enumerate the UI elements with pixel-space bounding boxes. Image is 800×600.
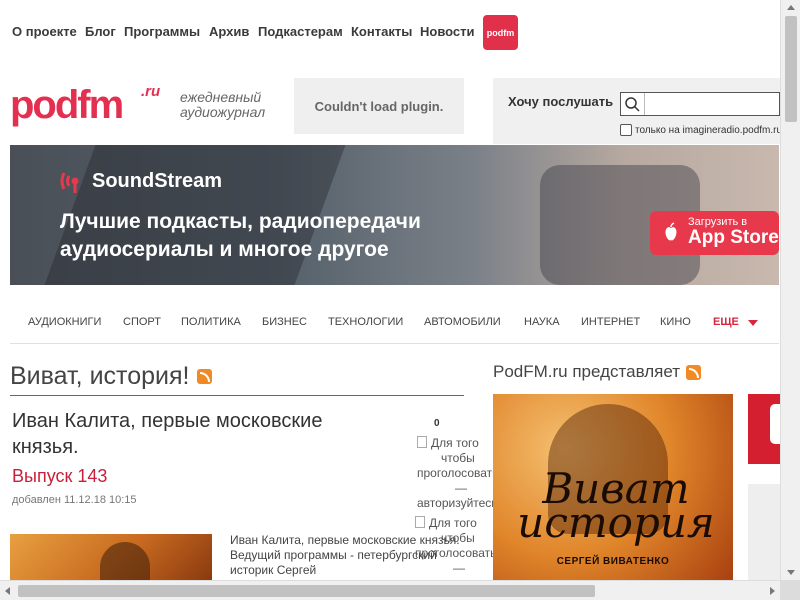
tagline: ежедневный аудиожурнал — [180, 90, 265, 120]
site-logo[interactable]: podfm .ru — [10, 83, 170, 127]
tagline-line-1: ежедневный — [180, 89, 262, 105]
vote-up-text-4: — — [455, 481, 467, 495]
soundstream-banner[interactable]: SoundStream Лучшие подкасты, радиопереда… — [10, 145, 779, 285]
category-audiobooks[interactable]: АУДИОКНИГИ — [28, 316, 101, 328]
search-input[interactable] — [620, 92, 780, 116]
horizontal-scroll-thumb[interactable] — [18, 585, 595, 597]
soundstream-label: SoundStream — [92, 169, 223, 192]
imagine-only-checkbox-row[interactable]: только на imagineradio.podfm.ru — [620, 124, 782, 136]
vote-up-text-5: авторизуйтесь — [417, 496, 498, 510]
nav-news[interactable]: Новости — [420, 24, 475, 39]
category-more[interactable]: ЕЩЕ — [713, 316, 739, 328]
scroll-up-icon[interactable] — [787, 5, 795, 10]
promo-title-line-2: история — [517, 498, 715, 547]
scroll-left-icon[interactable] — [5, 587, 10, 595]
category-business[interactable]: БИЗНЕС — [262, 316, 307, 328]
vertical-scrollbar[interactable] — [780, 0, 800, 580]
section-divider — [10, 395, 464, 396]
horizontal-scrollbar[interactable] — [0, 580, 780, 600]
nav-blog[interactable]: Блог — [85, 24, 116, 39]
category-auto[interactable]: АВТОМОБИЛИ — [424, 316, 501, 328]
listen-label: Хочу послушать — [508, 94, 614, 109]
scroll-down-icon[interactable] — [787, 570, 795, 575]
category-cinema[interactable]: КИНО — [660, 316, 691, 328]
logo-ru: .ru — [141, 83, 161, 100]
plugin-placeholder: Couldn't load plugin. — [294, 78, 464, 134]
promo-image[interactable]: Виват история СЕРГЕЙ ВИВАТЕНКО — [493, 394, 733, 580]
scrollbar-corner — [780, 580, 800, 600]
category-sport[interactable]: СПОРТ — [123, 316, 161, 328]
tagline-line-2: аудиожурнал — [180, 104, 266, 120]
rss-icon[interactable] — [686, 364, 702, 380]
vertical-scroll-thumb[interactable] — [785, 16, 797, 122]
nav-podcasters[interactable]: Подкастерам — [258, 24, 343, 39]
top-navigation: О проекте Блог Программы Архив Подкастер… — [0, 0, 780, 64]
search-icon[interactable] — [621, 93, 645, 115]
episode-number[interactable]: Выпуск 143 — [12, 466, 107, 487]
imagine-only-label: только на imagineradio.podfm.ru — [635, 124, 783, 136]
sidebar-title-text: PodFM.ru представляет — [493, 362, 681, 381]
vote-count: 0 — [434, 418, 440, 429]
banner-headline-line-1: Лучшие подкасты, радиопередачи — [60, 210, 421, 233]
side-promo-red[interactable] — [748, 394, 780, 464]
section-title-text[interactable]: Виват, история! — [10, 362, 189, 391]
category-politics[interactable]: ПОЛИТИКА — [181, 316, 241, 328]
appstore-big-text: App Store — [688, 227, 779, 248]
promo-author: СЕРГЕЙ ВИВАТЕНКО — [556, 556, 670, 567]
podfm-app-logo[interactable]: podfm — [483, 15, 518, 50]
episode-date: добавлен 11.12.18 10:15 — [12, 494, 137, 506]
nav-contacts[interactable]: Контакты — [351, 24, 412, 39]
episode-thumbnail[interactable] — [10, 534, 212, 580]
apple-icon — [665, 222, 677, 241]
imagine-only-checkbox[interactable] — [620, 124, 632, 136]
chevron-down-icon[interactable] — [748, 320, 758, 326]
vote-down-icon[interactable] — [415, 516, 425, 528]
listen-box: Хочу послушать только на imagineradio.po… — [493, 78, 782, 144]
vote-up-notice[interactable]: Для того чтобы проголосовать — авторизуй… — [417, 436, 498, 511]
vote-up-text-1: Для того — [431, 436, 479, 450]
vote-up-icon[interactable] — [417, 436, 427, 448]
vote-down-text-1: Для того — [429, 516, 477, 530]
scroll-right-icon[interactable] — [770, 587, 775, 595]
logo-text: podfm — [10, 83, 124, 127]
vote-up-text-2: чтобы — [441, 451, 475, 465]
category-science[interactable]: НАУКА — [524, 316, 560, 328]
vote-up-text-3: проголосовать — [417, 466, 499, 480]
category-technology[interactable]: ТЕХНОЛОГИИ — [328, 316, 403, 328]
section-title: Виват, история! — [10, 362, 213, 391]
nav-archive[interactable]: Архив — [209, 24, 249, 39]
nav-programs[interactable]: Программы — [124, 24, 200, 39]
nav-about[interactable]: О проекте — [12, 24, 77, 39]
soundstream-icon — [60, 172, 79, 193]
banner-headline: Лучшие подкасты, радиопередачи аудиосери… — [60, 208, 500, 264]
promo-title: Виват история — [511, 468, 721, 547]
banner-headline-line-2: аудиосериалы и многое другое — [60, 238, 389, 261]
side-panel — [748, 484, 780, 580]
episode-title[interactable]: Иван Калита, первые московские князья. — [12, 408, 392, 460]
sidebar-title: PodFM.ru представляет — [493, 362, 702, 382]
category-internet[interactable]: ИНТЕРНЕТ — [581, 316, 640, 328]
appstore-button[interactable]: Загрузить в App Store — [650, 211, 779, 255]
episode-description: Иван Калита, первые московские князья. В… — [230, 533, 460, 577]
rss-icon[interactable] — [197, 369, 213, 384]
header: podfm .ru ежедневный аудиожурнал Couldn'… — [0, 64, 782, 144]
category-bar: АУДИОКНИГИ СПОРТ ПОЛИТИКА БИЗНЕС ТЕХНОЛО… — [10, 300, 779, 344]
soundstream-brand: SoundStream — [60, 167, 222, 195]
